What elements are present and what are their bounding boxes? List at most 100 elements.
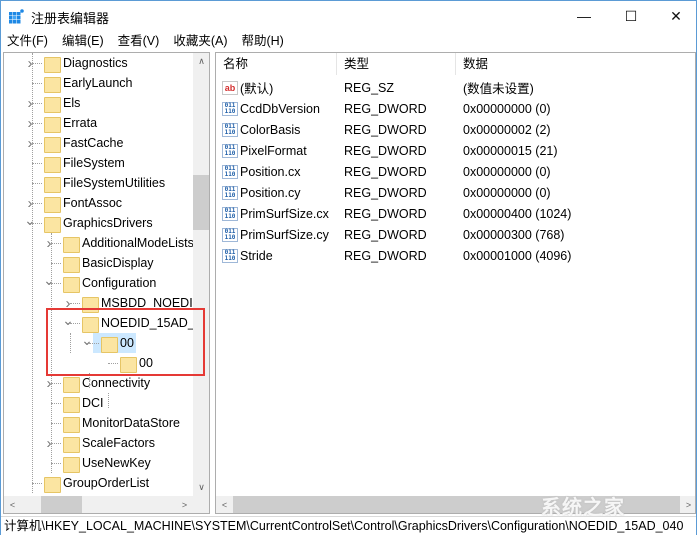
chevron-down-icon[interactable]: ⌄ xyxy=(24,210,36,230)
value-row[interactable]: 011 110 PrimSurfSize.cy REG_DWORD 0x00000300… xyxy=(216,224,695,245)
folder-icon xyxy=(63,235,80,253)
tree-item-content[interactable]: 00 xyxy=(112,353,155,373)
tree-item-content[interactable]: Errata xyxy=(36,113,99,133)
tree-item-content[interactable]: Els xyxy=(36,93,82,113)
value-row[interactable]: 011 110 Stride REG_DWORD 0x00001000 (4096) xyxy=(216,245,695,266)
value-data: 0x00000000 (0) xyxy=(463,164,551,179)
tree-item-content[interactable]: DCI xyxy=(55,393,106,413)
maximize-icon: ☐ xyxy=(624,7,638,24)
tree-item-content[interactable]: GroupOrderList xyxy=(36,473,151,493)
status-bar-path: 计算机\HKEY_LOCAL_MACHINE\SYSTEM\CurrentCon… xyxy=(1,516,696,535)
tree-item-label: FontAssoc xyxy=(63,196,123,210)
scroll-left-icon[interactable]: < xyxy=(216,496,233,513)
tree-item-content[interactable]: Configuration xyxy=(55,273,158,293)
tree-item-label: UseNewKey xyxy=(82,456,151,470)
value-name-cell: 011 110 PrimSurfSize.cx xyxy=(216,206,337,221)
tree-connector-line xyxy=(70,303,80,304)
chevron-down-icon[interactable]: ⌄ xyxy=(62,310,74,330)
tree-item-label: BasicDisplay xyxy=(82,256,154,270)
scroll-down-icon[interactable]: ∨ xyxy=(193,479,209,496)
scroll-right-icon[interactable]: > xyxy=(176,496,193,513)
tree-connector-line xyxy=(89,373,90,388)
value-name-cell: 011 110 ColorBasis xyxy=(216,122,337,137)
tree-item-content[interactable]: ScaleFactors xyxy=(55,433,157,453)
tree-item-content[interactable]: MSBDD_NOEDID xyxy=(74,293,194,313)
value-row[interactable]: 011 110 Position.cy REG_DWORD 0x00000000 (0) xyxy=(216,182,695,203)
tree-item-content[interactable]: AdditionalModeLists xyxy=(55,233,194,253)
value-data: (数值未设置) xyxy=(463,82,534,96)
tree-item-content[interactable]: GraphicsDrivers xyxy=(36,213,155,233)
folder-icon xyxy=(63,255,80,273)
minimize-icon: — xyxy=(577,8,591,24)
tree-item-content[interactable]: MonitorDataStore xyxy=(55,413,182,433)
value-type: REG_DWORD xyxy=(344,101,427,116)
close-button[interactable]: ✕ xyxy=(653,1,697,31)
chevron-down-icon[interactable]: ⌄ xyxy=(43,270,55,290)
tree-item-content[interactable]: Connectivity xyxy=(55,373,152,393)
tree-item[interactable]: FileSystemUtilities xyxy=(24,173,167,193)
value-row[interactable]: 011 110 PrimSurfSize.cx REG_DWORD 0x00000400… xyxy=(216,203,695,224)
folder-icon xyxy=(63,395,80,413)
tree-item[interactable]: ⌄ GraphicsDrivers xyxy=(24,210,155,233)
dword-glyph-bottom: 110 xyxy=(224,212,236,220)
tree-item-content[interactable]: 00 xyxy=(93,333,136,353)
tree-item-content[interactable]: EarlyLaunch xyxy=(36,73,135,93)
tree-item[interactable]: MonitorDataStore xyxy=(43,413,182,433)
tree-item-label: Errata xyxy=(63,116,98,130)
folder-icon xyxy=(44,55,61,73)
tree-vertical-scrollbar[interactable]: ∧ ∨ xyxy=(193,53,209,496)
scroll-up-icon[interactable]: ∧ xyxy=(193,53,209,70)
value-data: 0x00000000 (0) xyxy=(463,185,551,200)
tree-item-content[interactable]: FileSystemUtilities xyxy=(36,173,167,193)
tree-item-label: FileSystem xyxy=(63,156,125,170)
chevron-down-icon[interactable]: ⌄ xyxy=(81,330,93,350)
value-row[interactable]: 011 110 PixelFormat REG_DWORD 0x00000015 (21… xyxy=(216,140,695,161)
tree-connector-line xyxy=(108,363,118,364)
value-type: REG_DWORD xyxy=(344,227,427,242)
tree-vertical-scroll-thumb[interactable] xyxy=(193,175,209,230)
value-row[interactable]: 011 110 CcdDbVersion REG_DWORD 0x00000000 (0… xyxy=(216,98,695,119)
menu-view[interactable]: 查看(V) xyxy=(111,31,167,51)
tree-item-content[interactable]: FastCache xyxy=(36,133,125,153)
column-header-data[interactable]: 数据 xyxy=(456,53,695,75)
value-row[interactable]: 011 110 Position.cx REG_DWORD 0x00000000 (0) xyxy=(216,161,695,182)
scroll-left-icon[interactable]: < xyxy=(4,496,21,513)
folder-icon xyxy=(63,455,80,473)
tree-item[interactable]: › AdditionalModeLists xyxy=(43,233,194,253)
dword-glyph-bottom: 110 xyxy=(224,191,236,199)
tree-horizontal-scroll-thumb[interactable] xyxy=(41,496,82,513)
menu-favorites[interactable]: 收藏夹(A) xyxy=(166,31,234,51)
folder-icon xyxy=(44,95,61,113)
tree-content: › Diagnostics EarlyLaunch › Els › Errata › FastC… xyxy=(4,53,194,496)
tree-horizontal-scrollbar[interactable]: < > xyxy=(4,496,193,513)
tree-item-content[interactable]: FontAssoc xyxy=(36,193,124,213)
value-name-cell: 011 110 Stride xyxy=(216,248,337,263)
maximize-button[interactable]: ☐ xyxy=(608,1,654,31)
dword-glyph-bottom: 110 xyxy=(224,128,236,136)
tree-item-label: Diagnostics xyxy=(63,56,128,70)
scroll-right-icon[interactable]: > xyxy=(680,496,695,513)
tree-item[interactable]: GroupOrderList xyxy=(24,473,151,493)
menu-file[interactable]: 文件(F) xyxy=(1,31,55,51)
tree-item-content[interactable]: BasicDisplay xyxy=(55,253,156,273)
menu-help[interactable]: 帮助(H) xyxy=(234,31,290,51)
tree-item-label: Configuration xyxy=(82,276,157,290)
minimize-button[interactable]: — xyxy=(561,1,607,31)
value-name-cell: ab (默认) xyxy=(216,78,337,97)
list-header: 名称 类型 数据 xyxy=(216,53,695,75)
folder-icon xyxy=(101,335,118,353)
value-name: Position.cx xyxy=(240,164,301,179)
tree-connector-line xyxy=(32,83,42,84)
column-header-name[interactable]: 名称 xyxy=(216,53,337,75)
menu-edit[interactable]: 编辑(E) xyxy=(55,31,111,51)
tree-item-content[interactable]: UseNewKey xyxy=(55,453,153,473)
value-name: Position.cy xyxy=(240,185,301,200)
column-header-type[interactable]: 类型 xyxy=(337,53,456,75)
dword-glyph-bottom: 110 xyxy=(224,233,236,241)
value-row[interactable]: 011 110 ColorBasis REG_DWORD 0x00000002 (2) xyxy=(216,119,695,140)
folder-icon xyxy=(44,215,61,233)
value-row[interactable]: ab (默认) REG_SZ (数值未设置) xyxy=(216,77,695,98)
tree-item[interactable]: › MSBDD_NOEDID xyxy=(62,293,194,313)
tree-item-content[interactable]: FileSystem xyxy=(36,153,127,173)
tree-item-content[interactable]: Diagnostics xyxy=(36,53,130,73)
